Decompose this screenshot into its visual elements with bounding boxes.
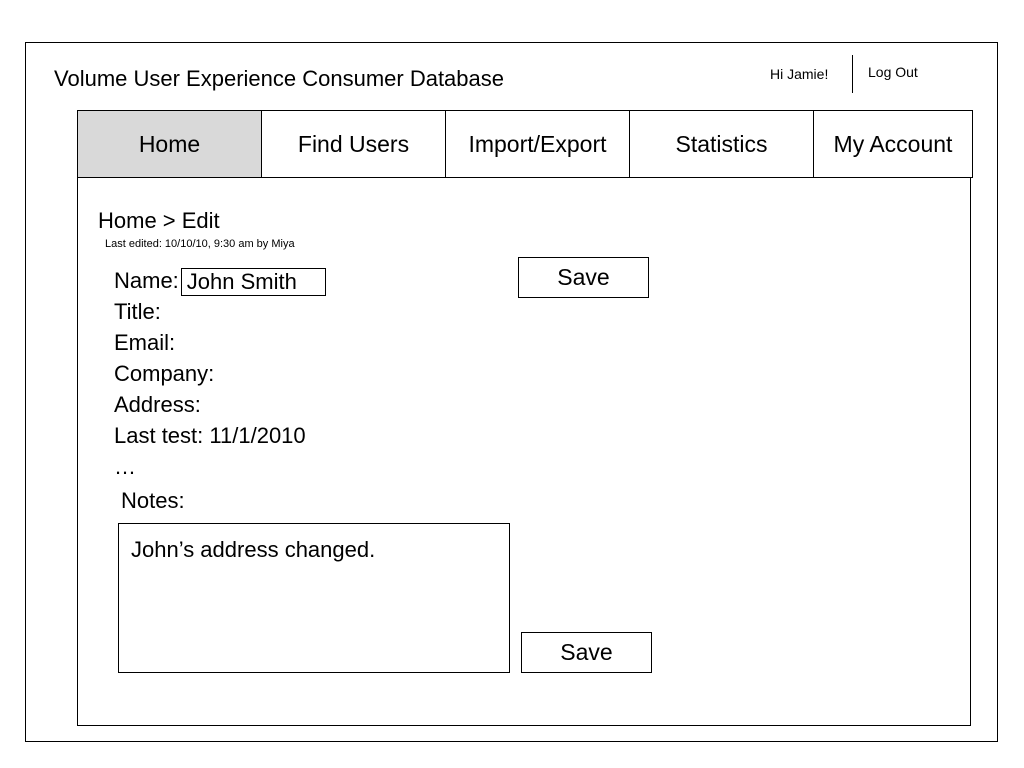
more-fields-ellipsis: … [114, 454, 136, 480]
header-divider [852, 55, 853, 93]
tab-import-export[interactable]: Import/Export [445, 110, 630, 178]
last-test-value: 11/1/2010 [209, 423, 306, 449]
email-row: Email: [114, 327, 326, 358]
tab-my-account[interactable]: My Account [813, 110, 973, 178]
last-test-label: Last test: [114, 423, 204, 449]
email-label: Email: [114, 330, 176, 356]
tab-find-users[interactable]: Find Users [261, 110, 446, 178]
nav-tabs: Home Find Users Import/Export Statistics… [77, 110, 973, 178]
breadcrumb: Home > Edit [98, 208, 220, 233]
name-label: Name: [114, 268, 179, 293]
address-label: Address: [114, 392, 201, 418]
last-edited-info: Last edited: 10/10/10, 9:30 am by Miya [105, 238, 295, 250]
title-row: Title: [114, 296, 326, 327]
save-button-top[interactable]: Save [518, 257, 649, 298]
logout-link[interactable]: Log Out [868, 64, 918, 80]
app-title: Volume User Experience Consumer Database [54, 66, 505, 91]
last-test-row: Last test: 11/1/2010 [114, 420, 326, 451]
tab-statistics[interactable]: Statistics [629, 110, 814, 178]
tab-home[interactable]: Home [77, 110, 262, 178]
notes-textarea[interactable]: John’s address changed. [118, 523, 510, 673]
company-label: Company: [114, 361, 215, 387]
save-button-bottom[interactable]: Save [521, 632, 652, 673]
user-greeting: Hi Jamie! [770, 66, 829, 82]
name-row: Name: [114, 265, 326, 297]
notes-label: Notes: [121, 488, 185, 513]
user-fields: Name: Title: Email: Company: Address: La… [114, 265, 326, 482]
company-row: Company: [114, 358, 326, 389]
name-input[interactable] [180, 268, 326, 297]
address-row: Address: [114, 389, 326, 420]
title-label: Title: [114, 299, 161, 325]
